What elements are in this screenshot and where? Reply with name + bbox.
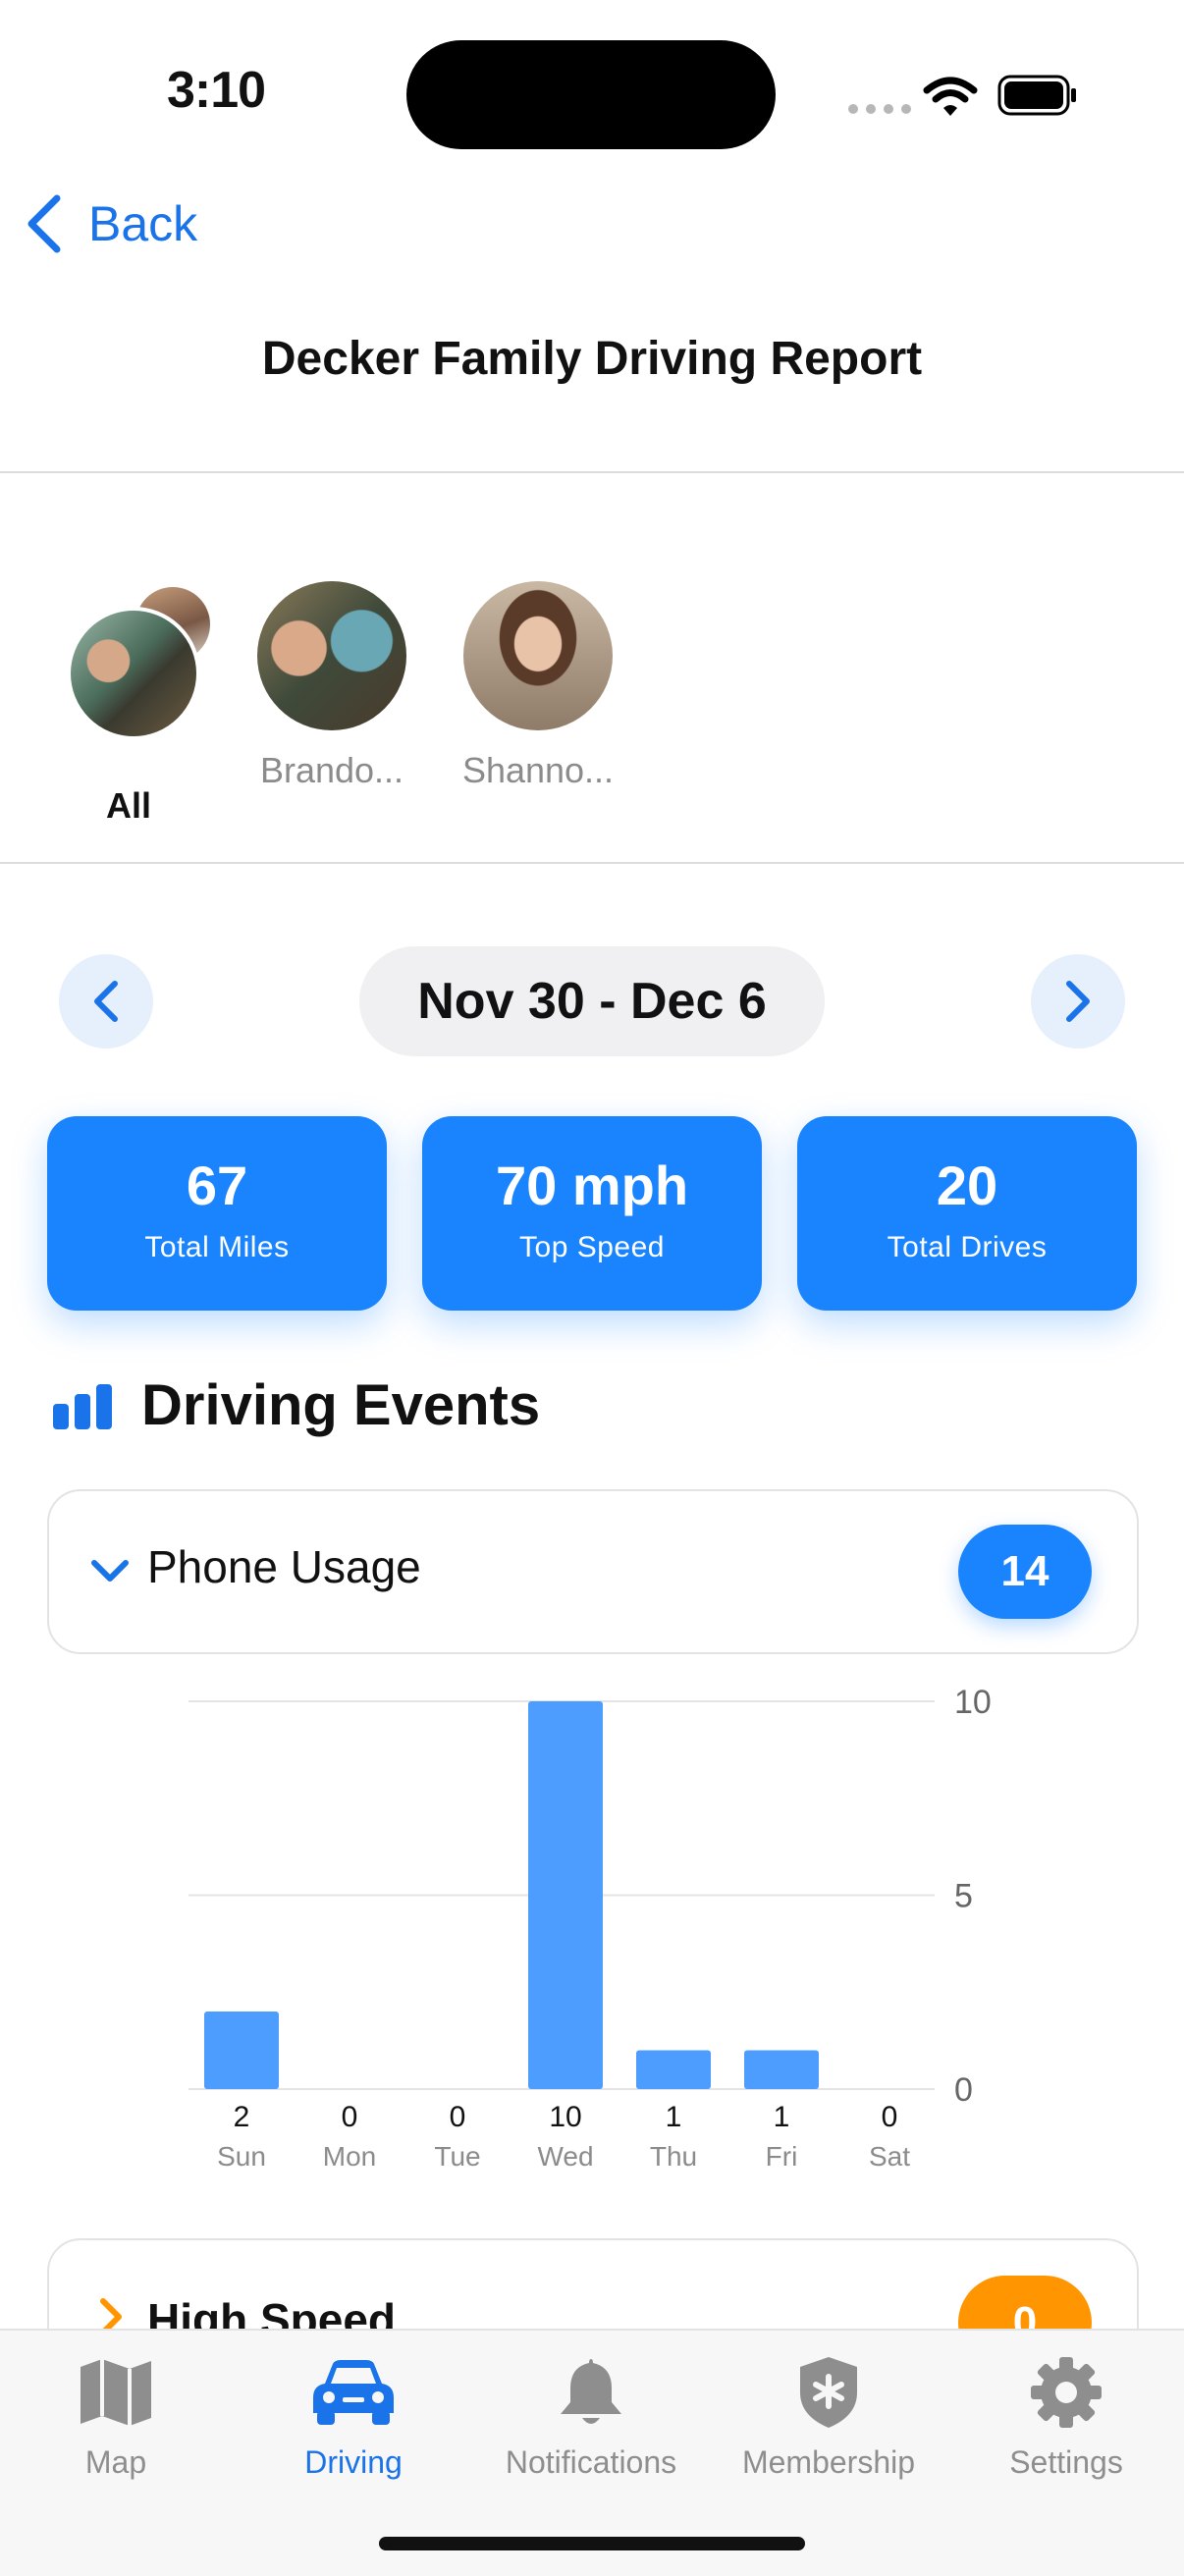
person-label-brandon: Brando... bbox=[259, 750, 404, 790]
dynamic-island bbox=[406, 40, 776, 149]
chevron-right-icon bbox=[1066, 981, 1090, 1022]
phone-usage-chart: 10 5 0 2 Sun 0 Mon 0 Tue 10 Wed 1 Thu 1 Fri 0 Sat bbox=[188, 1684, 992, 2172]
chart-bar bbox=[528, 1701, 603, 2089]
chart-value-label: 1 bbox=[666, 2101, 682, 2133]
avatar-brandon[interactable] bbox=[257, 581, 406, 730]
stat-value: 20 bbox=[936, 1154, 998, 1216]
tab-membership[interactable]: Membership bbox=[721, 2350, 937, 2481]
avatar-shannon[interactable] bbox=[463, 581, 613, 730]
tab-label: Membership bbox=[741, 2444, 916, 2480]
chevron-left-icon bbox=[94, 981, 118, 1022]
stat-card-top-speed: 70 mph Top Speed bbox=[422, 1116, 762, 1311]
car-icon bbox=[313, 2360, 394, 2425]
chevron-down-icon bbox=[91, 1560, 129, 1582]
chart-y-tick-label: 10 bbox=[954, 1684, 992, 1721]
stat-label: Total Miles bbox=[144, 1231, 290, 1263]
chart-bar bbox=[744, 2050, 819, 2089]
chart-category-label: Tue bbox=[434, 2141, 480, 2172]
chart-category-label: Sat bbox=[869, 2141, 910, 2172]
wifi-icon bbox=[923, 77, 978, 116]
person-label-shannon: Shanno... bbox=[461, 750, 615, 790]
tab-label: Map bbox=[84, 2444, 147, 2480]
stat-card-total-drives: 20 Total Drives bbox=[797, 1116, 1137, 1311]
tab-driving[interactable]: Driving bbox=[245, 2350, 461, 2481]
chart-category-label: Fri bbox=[766, 2141, 798, 2172]
count-badge: 14 bbox=[958, 1525, 1092, 1619]
previous-week-button[interactable] bbox=[59, 954, 153, 1048]
stat-card-total-miles: 67 Total Miles bbox=[47, 1116, 387, 1311]
bell-icon bbox=[561, 2359, 621, 2424]
chart-category-label: Mon bbox=[323, 2141, 376, 2172]
chart-category-label: Sun bbox=[217, 2141, 266, 2172]
person-label-all: All bbox=[105, 785, 151, 826]
home-indicator[interactable] bbox=[379, 2537, 805, 2550]
bar-chart-icon bbox=[53, 1384, 112, 1429]
chart-bar bbox=[636, 2050, 711, 2089]
week-range-label[interactable]: Nov 30 - Dec 6 bbox=[359, 946, 825, 1056]
chart-y-tick-label: 5 bbox=[954, 1878, 973, 1915]
chevron-left-icon bbox=[27, 194, 61, 253]
cellular-signal-icon bbox=[848, 104, 911, 114]
avatar-brandon-small bbox=[67, 607, 200, 740]
chart-category-label: Wed bbox=[537, 2141, 593, 2172]
tab-settings[interactable]: Settings bbox=[958, 2350, 1174, 2481]
stat-label: Top Speed bbox=[519, 1231, 665, 1263]
tab-label: Settings bbox=[1009, 2444, 1123, 2480]
chart-value-label: 0 bbox=[450, 2101, 466, 2133]
page-title: Decker Family Driving Report bbox=[261, 333, 923, 385]
stat-label: Total Drives bbox=[887, 1231, 1048, 1263]
stat-value: 67 bbox=[186, 1154, 248, 1216]
event-label: Phone Usage bbox=[147, 1541, 421, 1592]
chart-bar bbox=[204, 2012, 279, 2089]
person-all[interactable] bbox=[65, 581, 212, 740]
chart-category-label: Thu bbox=[650, 2141, 697, 2172]
status-time: 3:10 bbox=[167, 62, 266, 119]
section-title: Driving Events bbox=[141, 1373, 541, 1437]
chart-value-label: 0 bbox=[342, 2101, 358, 2133]
tab-label: Driving bbox=[304, 2444, 403, 2480]
shield-icon bbox=[800, 2357, 857, 2428]
map-icon bbox=[81, 2359, 151, 2426]
back-button[interactable]: Back bbox=[24, 194, 197, 253]
back-label: Back bbox=[88, 196, 198, 251]
chart-value-label: 0 bbox=[882, 2101, 898, 2133]
gear-icon bbox=[1031, 2357, 1102, 2428]
battery-icon bbox=[997, 75, 1076, 116]
divider bbox=[0, 471, 1184, 473]
divider bbox=[0, 862, 1184, 864]
stat-value: 70 mph bbox=[495, 1154, 689, 1216]
chart-value-label: 1 bbox=[774, 2101, 790, 2133]
chart-y-tick-label: 0 bbox=[954, 2071, 973, 2109]
chart-value-label: 2 bbox=[234, 2101, 250, 2133]
next-week-button[interactable] bbox=[1031, 954, 1125, 1048]
tab-label: Notifications bbox=[505, 2444, 677, 2480]
tab-map[interactable]: Map bbox=[8, 2350, 224, 2481]
chart-value-label: 10 bbox=[549, 2101, 581, 2133]
event-card-phone-usage[interactable]: Phone Usage 14 bbox=[47, 1489, 1139, 1654]
tab-notifications[interactable]: Notifications bbox=[483, 2350, 699, 2481]
